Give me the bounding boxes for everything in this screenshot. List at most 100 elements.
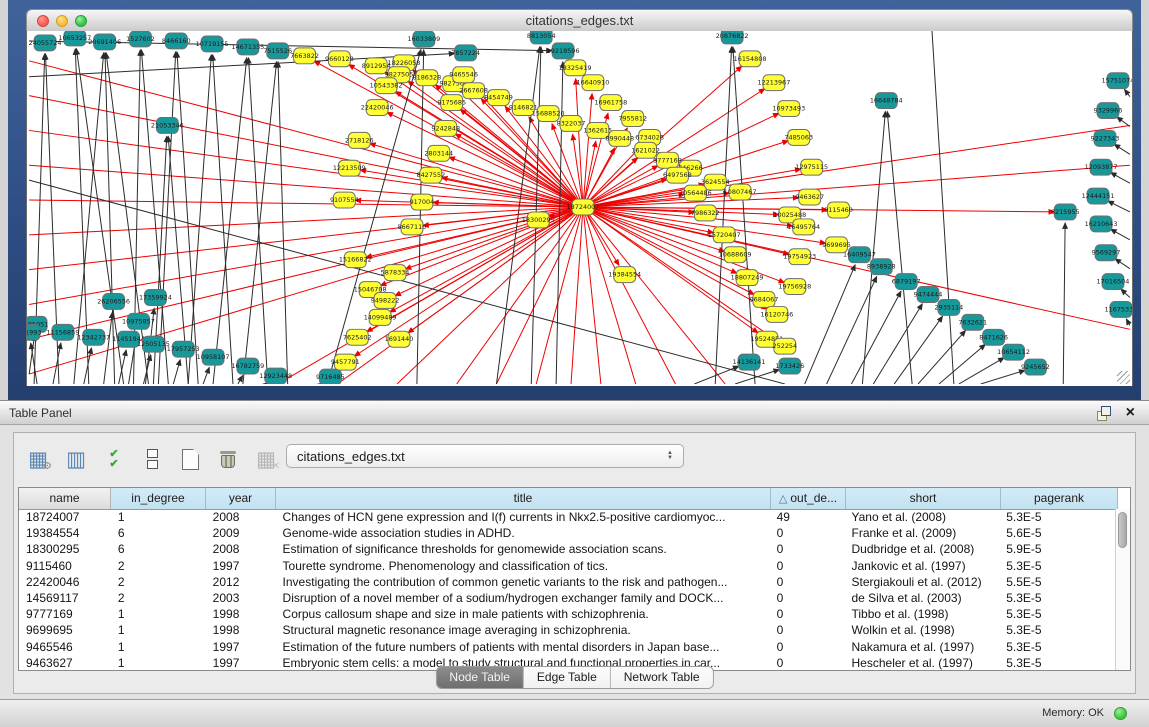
- graph-node[interactable]: 12342737: [77, 329, 110, 345]
- cell-year[interactable]: 2009: [206, 526, 276, 540]
- graph-edge[interactable]: [981, 370, 1025, 384]
- graph-node[interactable]: 19218596: [547, 43, 580, 59]
- graph-node[interactable]: 21053346: [151, 118, 184, 134]
- graph-node[interactable]: 9329966: [1094, 103, 1123, 119]
- cell-year[interactable]: 2003: [206, 591, 276, 605]
- table-row[interactable]: 911546021997Tourette syndrome. Phenomeno…: [19, 558, 1116, 574]
- tab-node-table[interactable]: Node Table: [436, 667, 523, 688]
- graph-edge[interactable]: [1108, 201, 1130, 212]
- cell-title[interactable]: Disruption of a novel member of a sodium…: [276, 591, 770, 605]
- cell-short[interactable]: de Silva et al. (2003): [845, 591, 1000, 605]
- cell-name[interactable]: 9463627: [19, 656, 111, 670]
- resize-grip[interactable]: [1117, 371, 1130, 384]
- graph-edge[interactable]: [1125, 89, 1130, 96]
- cell-name[interactable]: 9465546: [19, 640, 111, 654]
- cell-short[interactable]: Wolkin et al. (1998): [845, 623, 1000, 637]
- graph-node[interactable]: 252254: [773, 338, 798, 354]
- graph-node[interactable]: 12093877: [1085, 159, 1118, 175]
- vertical-scrollbar[interactable]: [1115, 509, 1130, 670]
- show-hide-columns-icon[interactable]: ✔✔: [100, 445, 128, 473]
- cell-pagerank[interactable]: 5.3E-5: [999, 640, 1116, 654]
- new-document-icon[interactable]: [176, 445, 204, 473]
- cell-title[interactable]: Genome-wide association studies in ADHD.: [276, 526, 770, 540]
- close-panel-icon[interactable]: ×: [1126, 403, 1135, 423]
- cell-name[interactable]: 9115460: [19, 559, 111, 573]
- graph-node[interactable]: 9660128: [325, 51, 354, 67]
- graph-node[interactable]: 7955812: [618, 111, 647, 127]
- graph-node[interactable]: 17016504: [1097, 274, 1130, 290]
- memory-ok-indicator[interactable]: [1114, 707, 1127, 720]
- graph-edge[interactable]: [177, 52, 198, 384]
- delete-icon[interactable]: [214, 445, 242, 473]
- graph-node[interactable]: 11675338: [1105, 301, 1132, 317]
- graph-node[interactable]: 8667110: [398, 219, 427, 235]
- graph-node[interactable]: 1733426: [775, 358, 804, 374]
- cell-title[interactable]: Tourette syndrome. Phenomenology and cla…: [276, 559, 770, 573]
- graph-node[interactable]: 16120746: [760, 306, 793, 322]
- cell-year[interactable]: 2008: [206, 542, 276, 556]
- graph-edge[interactable]: [29, 207, 583, 270]
- graph-node[interactable]: 19384554: [608, 267, 641, 283]
- graph-node[interactable]: 12213967: [757, 75, 790, 91]
- graph-node[interactable]: 8938928: [867, 259, 896, 275]
- table-row[interactable]: 977716911998Corpus callosum shape and si…: [19, 606, 1116, 622]
- table-row[interactable]: 1872400712008Changes of HCN gene express…: [19, 509, 1116, 525]
- graph-edge[interactable]: [887, 111, 912, 384]
- cell-short[interactable]: Jankovic et al. (1997): [845, 559, 1000, 573]
- cell-name[interactable]: 22420046: [19, 575, 111, 589]
- graph-node[interactable]: 10653257: [58, 31, 91, 46]
- tab-edge-table[interactable]: Edge Table: [523, 667, 610, 688]
- graph-edge[interactable]: [1121, 289, 1130, 297]
- graph-edge[interactable]: [694, 366, 739, 384]
- graph-node[interactable]: 7857224: [451, 45, 480, 61]
- column-header-out_degree[interactable]: △out_de...: [771, 488, 846, 509]
- cell-in_degree[interactable]: 6: [111, 542, 206, 556]
- graph-edge[interactable]: [143, 355, 150, 384]
- graph-node[interactable]: 16033809: [407, 31, 440, 47]
- table-row[interactable]: 946554611997Estimation of the future num…: [19, 639, 1116, 655]
- cell-pagerank[interactable]: 5.3E-5: [999, 607, 1116, 621]
- graph-node[interactable]: 1527602: [126, 31, 155, 47]
- select-columns-icon[interactable]: ▥: [62, 445, 90, 473]
- cell-name[interactable]: 19384554: [19, 526, 111, 540]
- graph-node[interactable]: 8990448: [605, 130, 634, 146]
- graph-node[interactable]: 8813054: [527, 31, 556, 44]
- cell-title[interactable]: Estimation of the future numbers of pati…: [276, 640, 770, 654]
- graph-edge[interactable]: [395, 207, 583, 296]
- graph-edge[interactable]: [851, 291, 901, 384]
- graph-node[interactable]: 5878334: [381, 265, 410, 281]
- cell-year[interactable]: 2008: [206, 510, 276, 524]
- graph-edge[interactable]: [1111, 173, 1130, 184]
- cell-title[interactable]: Estimation of significance thresholds fo…: [276, 542, 770, 556]
- cell-short[interactable]: Tibbo et al. (1998): [845, 607, 1000, 621]
- table-row[interactable]: 969969511998Structural magnetic resonanc…: [19, 622, 1116, 638]
- graph-node[interactable]: 16409547: [843, 247, 876, 263]
- graph-edge[interactable]: [158, 52, 175, 384]
- graph-edge[interactable]: [249, 58, 268, 384]
- graph-node[interactable]: 10654112: [997, 344, 1030, 360]
- graph-node[interactable]: 18807249: [731, 270, 764, 286]
- graph-node[interactable]: 9107554: [330, 192, 359, 208]
- graph-node[interactable]: 19754923: [783, 249, 816, 265]
- graph-node[interactable]: 8186328: [412, 70, 441, 86]
- cell-short[interactable]: Dudbridge et al. (2008): [845, 542, 1000, 556]
- table-selector-dropdown[interactable]: citations_edges.txt ▲▼: [286, 444, 684, 468]
- graph-edge[interactable]: [583, 207, 1130, 329]
- graph-edge[interactable]: [939, 344, 985, 384]
- table-row[interactable]: 1456911722003Disruption of a novel membe…: [19, 590, 1116, 606]
- graph-node[interactable]: 7485063: [784, 129, 813, 145]
- graph-node[interactable]: 7663822: [290, 48, 319, 64]
- cell-in_degree[interactable]: 2: [111, 559, 206, 573]
- graph-edge[interactable]: [417, 50, 424, 384]
- cell-name[interactable]: 18724007: [19, 510, 111, 524]
- graph-edge[interactable]: [576, 79, 583, 207]
- cell-in_degree[interactable]: 1: [111, 623, 206, 637]
- graph-edge[interactable]: [1114, 144, 1130, 154]
- graph-edge[interactable]: [457, 207, 583, 384]
- graph-edge[interactable]: [1117, 117, 1130, 126]
- row-options-icon[interactable]: [138, 445, 166, 473]
- cell-out_degree[interactable]: 0: [770, 542, 845, 556]
- graph-edge[interactable]: [29, 335, 34, 374]
- graph-node[interactable]: 1691440: [385, 331, 414, 347]
- column-header-title[interactable]: title: [276, 488, 771, 509]
